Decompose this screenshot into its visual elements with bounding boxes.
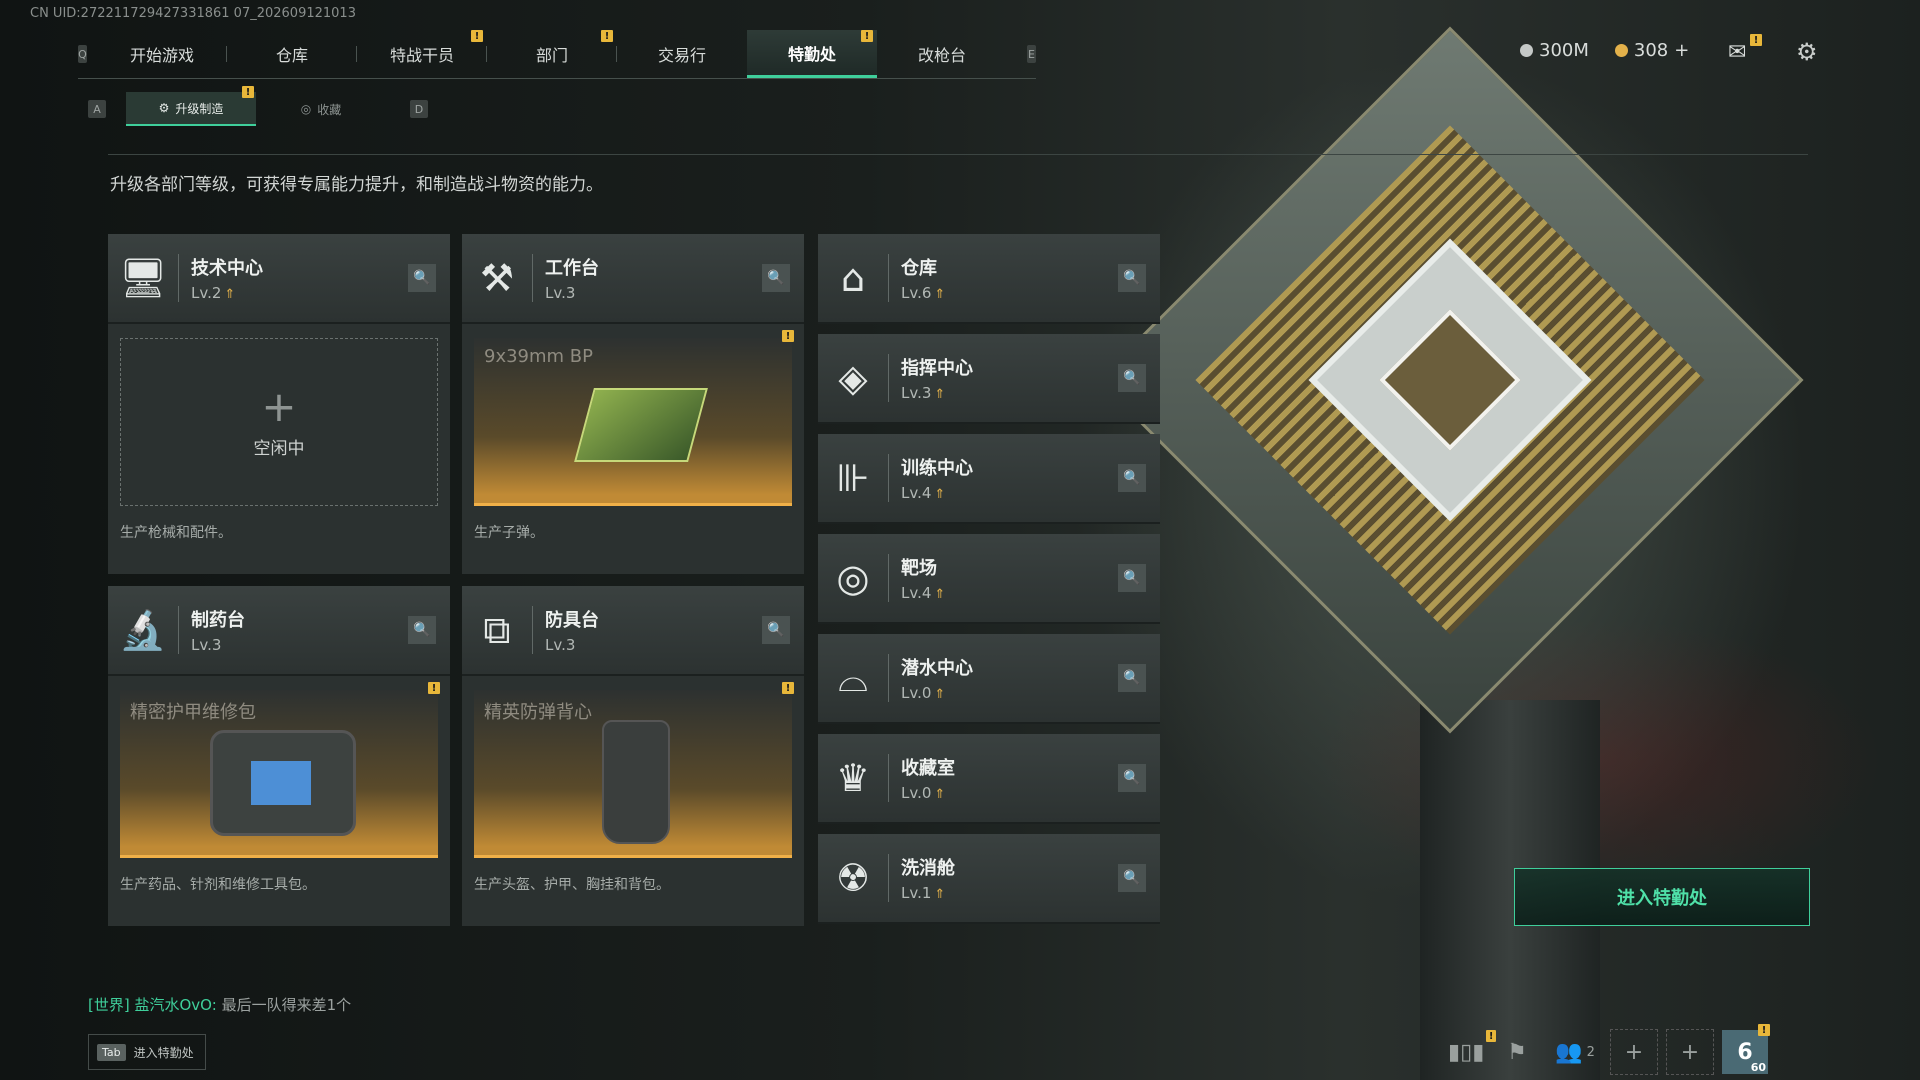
- nav-right-key[interactable]: E: [1027, 45, 1036, 63]
- gold-amount: 308: [1633, 40, 1669, 61]
- search-icon[interactable]: 🔍: [408, 264, 436, 292]
- bottom-toolbar: ▮▯▮! ⚑ 👥 2 + + 6 60 !: [1448, 1024, 1770, 1075]
- notification-badge: !: [1758, 1024, 1770, 1036]
- upgrade-arrow-icon: ⇑: [934, 887, 946, 902]
- stats-icon[interactable]: ▮▯▮!: [1448, 1030, 1496, 1074]
- workshop-card-workbench[interactable]: ⚒ 工作台 Lv.3 🔍 9x39mm BP ! 生产子弹。: [462, 234, 804, 574]
- tab-departments[interactable]: 部门!: [487, 30, 617, 78]
- department-training[interactable]: ⊪ 训练中心 Lv.4 ⇑ 🔍: [818, 434, 1160, 524]
- microscope-icon: 🔬: [119, 607, 167, 652]
- page-intro: 升级各部门等级，可获得专属能力提升，和制造战斗物资的能力。: [110, 175, 603, 195]
- notification-badge: !: [782, 682, 794, 694]
- tab-gunsmith[interactable]: 改枪台: [877, 30, 1007, 78]
- tab-start-game[interactable]: 开始游戏: [97, 30, 227, 78]
- add-gold-button[interactable]: +: [1674, 40, 1689, 61]
- notification-badge: !: [601, 30, 613, 42]
- currency-bar: 300M 308 +: [1520, 40, 1689, 61]
- subtab-upgrade-craft[interactable]: ⚙ 升级制造 !: [126, 86, 256, 126]
- player-avatar[interactable]: 6 60 !: [1722, 1024, 1770, 1074]
- workshop-card-armor[interactable]: ⧉ 防具台 Lv.3 🔍 精英防弹背心 ! 生产头盔、护甲、胸挂和背包。: [462, 586, 804, 926]
- sub-nav: A ⚙ 升级制造 ! ◎ 收藏 D: [88, 86, 428, 126]
- department-storage[interactable]: ⌂ 仓库 Lv.6 ⇑ 🔍: [818, 234, 1160, 324]
- trophy-icon: ♛: [835, 756, 871, 800]
- search-icon[interactable]: 🔍: [762, 616, 790, 644]
- command-icon: ◈: [838, 356, 868, 400]
- search-icon[interactable]: 🔍: [1118, 464, 1146, 492]
- nav-left-key[interactable]: Q: [78, 45, 87, 63]
- upgrade-arrow-icon: ⇑: [934, 787, 946, 802]
- notification-badge: !: [782, 330, 794, 342]
- search-icon[interactable]: 🔍: [1118, 864, 1146, 892]
- silver-coin-icon: [1520, 44, 1533, 57]
- search-icon[interactable]: 🔍: [762, 264, 790, 292]
- department-decon[interactable]: ☢ 洗消舱 Lv.1 ⇑ 🔍: [818, 834, 1160, 924]
- enter-special-service-button[interactable]: 进入特勤处: [1514, 868, 1810, 926]
- friends-button[interactable]: 👥 2: [1540, 1030, 1610, 1074]
- department-diving[interactable]: ⌓ 潜水中心 Lv.0 ⇑ 🔍: [818, 634, 1160, 724]
- tab-warehouse[interactable]: 仓库: [227, 30, 357, 78]
- upgrade-arrow-icon: ⇑: [224, 287, 236, 302]
- upgrade-arrow-icon: ⇑: [934, 487, 946, 502]
- tab-key-hint[interactable]: Tab 进入特勤处: [88, 1034, 206, 1070]
- workshop-card-pharma[interactable]: 🔬 制药台 Lv.3 🔍 精密护甲维修包 ! 生产药品、针剂和维修工具包。: [108, 586, 450, 926]
- ammo-box-image: [574, 388, 708, 462]
- vest-image: [602, 720, 670, 844]
- tab-operators[interactable]: 特战干员!: [357, 30, 487, 78]
- plus-icon: +: [261, 381, 297, 431]
- subtab-collection[interactable]: ◎ 收藏: [256, 92, 386, 126]
- production-slot-item[interactable]: 精密护甲维修包 !: [120, 682, 440, 858]
- department-range[interactable]: ◎ 靶场 Lv.4 ⇑ 🔍: [818, 534, 1160, 624]
- notification-badge: !: [861, 30, 873, 42]
- gear-icon[interactable]: ⚙: [1796, 38, 1818, 66]
- upgrade-arrow-icon: ⇑: [934, 687, 946, 702]
- decon-icon: ☢: [835, 856, 871, 900]
- mail-icon[interactable]: ✉!: [1728, 34, 1762, 65]
- search-icon[interactable]: 🔍: [1118, 664, 1146, 692]
- subnav-right-key[interactable]: D: [410, 100, 428, 118]
- add-squad-slot[interactable]: +: [1666, 1029, 1714, 1075]
- gold-coin-icon: [1614, 44, 1628, 57]
- tab-trading[interactable]: 交易行: [617, 30, 747, 78]
- flag-icon[interactable]: ⚑: [1494, 1030, 1540, 1074]
- chat-line[interactable]: [世界] 盐汽水OvO: 最后一队得来差1个: [88, 994, 351, 1015]
- notification-badge: !: [1750, 34, 1762, 46]
- divider: [108, 154, 1808, 155]
- workshop-card-tech[interactable]: 🖥 技术中心 Lv.2 ⇑ 🔍 + 空闲中 生产枪械和配件。: [108, 234, 450, 574]
- search-icon[interactable]: 🔍: [1118, 764, 1146, 792]
- department-collection[interactable]: ♛ 收藏室 Lv.0 ⇑ 🔍: [818, 734, 1160, 824]
- notification-badge: !: [471, 30, 483, 42]
- storage-icon: ⌂: [840, 256, 866, 300]
- subnav-left-key[interactable]: A: [88, 100, 106, 118]
- boxes-icon: ⧉: [483, 607, 511, 652]
- search-icon[interactable]: 🔍: [1118, 264, 1146, 292]
- uid-text: CN UID:272211729427331861 07_20260912101…: [30, 6, 356, 21]
- hammer-wrench-icon: ⚒: [479, 256, 515, 300]
- upgrade-arrow-icon: ⇑: [934, 287, 946, 302]
- notification-badge: !: [242, 86, 254, 98]
- collection-icon: ◎: [300, 102, 312, 116]
- search-icon[interactable]: 🔍: [1118, 364, 1146, 392]
- search-icon[interactable]: 🔍: [408, 616, 436, 644]
- repair-kit-image: [210, 730, 356, 836]
- silver-amount: 300M: [1539, 40, 1589, 61]
- goggles-icon: ⌓: [837, 655, 869, 700]
- craft-icon: ⚙: [158, 101, 170, 115]
- upgrade-arrow-icon: ⇑: [934, 387, 946, 402]
- production-slot-empty[interactable]: + 空闲中: [120, 338, 438, 506]
- production-slot-item[interactable]: 9x39mm BP !: [474, 330, 794, 506]
- target-icon: ◎: [836, 556, 870, 600]
- tab-special-service[interactable]: 特勤处!: [747, 30, 877, 78]
- notification-badge: !: [428, 682, 440, 694]
- dumbbell-icon: ⊪: [836, 456, 870, 500]
- search-icon[interactable]: 🔍: [1118, 564, 1146, 592]
- computer-icon: 🖥: [118, 255, 168, 300]
- department-command[interactable]: ◈ 指挥中心 Lv.3 ⇑ 🔍: [818, 334, 1160, 424]
- add-squad-slot[interactable]: +: [1610, 1029, 1658, 1075]
- friends-icon: 👥: [1555, 1039, 1583, 1065]
- main-nav: Q 开始游戏 仓库 特战干员! 部门! 交易行 特勤处! 改枪台 E: [78, 30, 1036, 79]
- production-slot-item[interactable]: 精英防弹背心 !: [474, 682, 794, 858]
- upgrade-arrow-icon: ⇑: [934, 587, 946, 602]
